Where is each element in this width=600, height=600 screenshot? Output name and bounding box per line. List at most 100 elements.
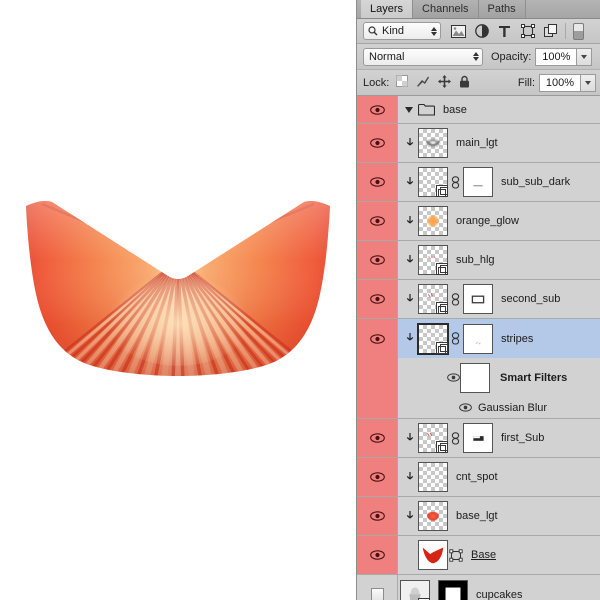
visibility-toggle[interactable] (357, 96, 398, 123)
layer-row-base_lgt[interactable]: base_lgt (357, 497, 600, 536)
layer-row-main_lgt[interactable]: main_lgt (357, 124, 600, 163)
clipping-mask-arrow-icon (402, 215, 418, 227)
eye-icon (446, 373, 460, 382)
tab-layers[interactable]: Layers (361, 0, 414, 18)
mask-link-icon[interactable] (449, 292, 462, 306)
layer-mask-thumbnail[interactable] (463, 284, 493, 314)
lock-label: Lock: (363, 76, 390, 89)
visibility-toggle[interactable] (357, 419, 398, 457)
layer-thumbnail[interactable] (418, 128, 448, 158)
mask-link-icon[interactable] (449, 175, 462, 189)
layer-row-first_Sub[interactable]: first_Sub (357, 419, 600, 458)
layer-thumbnail[interactable] (418, 284, 448, 314)
layer-list[interactable]: base main_lgt sub_sub_dark orange_glow s… (357, 96, 600, 600)
layer-name: stripes (501, 332, 534, 345)
layer-row-Base[interactable]: Base (357, 536, 600, 575)
layer-name: first_Sub (501, 432, 545, 444)
layer-row-cnt_spot[interactable]: cnt_spot (357, 458, 600, 497)
layer-thumbnail[interactable] (418, 462, 448, 492)
smart-object-badge-icon (436, 341, 448, 354)
layer-row-sub_hlg[interactable]: sub_hlg (357, 241, 600, 280)
lock-image-icon[interactable] (416, 75, 430, 90)
visibility-toggle[interactable] (357, 163, 398, 201)
visibility-toggle[interactable] (357, 536, 398, 574)
shape-filter-icon[interactable] (516, 21, 539, 41)
visibility-toggle[interactable] (357, 124, 398, 162)
adjustment-filter-icon[interactable] (470, 21, 493, 41)
thumb-art (426, 214, 440, 228)
tab-channels[interactable]: Channels (413, 0, 479, 18)
layer-name: base_lgt (456, 510, 498, 522)
mask-art (473, 436, 484, 441)
eye-icon (369, 255, 385, 265)
eye-icon (369, 216, 385, 226)
smart-filters-visibility-toggle[interactable] (446, 373, 460, 382)
fill-label: Fill: (517, 76, 535, 89)
eye-off-icon (370, 588, 384, 600)
eye-icon (369, 433, 385, 443)
cupcake-wrapper-artwork (8, 198, 348, 378)
layer-filter-row: Kind (357, 19, 600, 44)
visibility-toggle[interactable] (357, 497, 398, 535)
lock-all-icon[interactable] (459, 75, 470, 91)
blend-mode-select[interactable]: Normal (363, 47, 483, 66)
clipping-mask-arrow-icon (402, 333, 418, 344)
filter-enable-toggle[interactable] (573, 22, 584, 40)
filter-kind-stepper[interactable] (429, 26, 438, 36)
visibility-toggle[interactable] (357, 575, 398, 600)
fill-input[interactable]: 100% (539, 73, 581, 92)
filter-kind-select[interactable]: Kind (363, 22, 441, 40)
layer-mask-thumbnail[interactable] (463, 323, 493, 354)
smart-filters-label: Smart Filters (500, 371, 568, 384)
tab-paths[interactable]: Paths (478, 0, 526, 18)
opacity-input[interactable]: 100% (535, 47, 578, 66)
layer-name: sub_hlg (456, 254, 495, 266)
opacity-dropdown-arrow[interactable] (577, 47, 593, 66)
layer-thumbnail[interactable] (400, 579, 430, 600)
layer-thumbnail[interactable] (417, 322, 449, 355)
visibility-toggle[interactable] (357, 241, 398, 279)
eye-icon (369, 511, 385, 521)
smart-filter-gaussian-blur-row[interactable]: Gaussian Blur (357, 397, 600, 419)
layer-name: sub_sub_dark (501, 176, 571, 188)
smart-object-badge-icon (436, 302, 448, 314)
pixel-filter-icon[interactable] (447, 21, 470, 41)
visibility-toggle[interactable] (357, 202, 398, 240)
thumb-art (426, 511, 440, 522)
group-disclosure-triangle[interactable] (402, 106, 416, 113)
blend-mode-stepper[interactable] (471, 52, 480, 61)
layer-mask-thumbnail[interactable] (438, 579, 468, 600)
layer-mask-thumbnail[interactable] (463, 423, 493, 453)
layer-thumbnail[interactable] (418, 206, 448, 236)
visibility-toggle[interactable] (357, 458, 398, 496)
layer-mask-thumbnail[interactable] (463, 167, 493, 197)
layer-row-cupcakes[interactable]: cupcakes (357, 575, 600, 600)
mask-link-icon[interactable] (449, 431, 462, 445)
layer-thumbnail[interactable] (418, 501, 448, 531)
clipping-mask-arrow-icon (402, 471, 418, 483)
fill-dropdown-arrow[interactable] (581, 73, 596, 92)
layer-row-sub_sub_dark[interactable]: sub_sub_dark (357, 163, 600, 202)
layer-row-orange_glow[interactable]: orange_glow (357, 202, 600, 241)
visibility-toggle[interactable] (357, 319, 398, 358)
smart-filters-mask-thumbnail[interactable] (460, 362, 490, 393)
layer-row-second_sub[interactable]: second_sub (357, 280, 600, 319)
lock-transparency-icon[interactable] (396, 75, 409, 90)
smart-filters-row[interactable]: Smart Filters (357, 358, 600, 397)
eye-icon (369, 138, 385, 148)
layer-thumbnail[interactable] (418, 423, 448, 453)
document-canvas[interactable] (0, 0, 356, 600)
type-filter-icon[interactable] (493, 21, 516, 41)
layer-thumbnail[interactable] (418, 167, 448, 197)
layer-thumbnail[interactable] (418, 540, 448, 570)
gaussian-blur-visibility-toggle[interactable] (458, 403, 472, 412)
lock-position-icon[interactable] (438, 74, 452, 91)
smartobject-filter-icon[interactable] (539, 21, 562, 41)
layer-thumbnail[interactable] (418, 245, 448, 275)
mask-link-icon[interactable] (449, 332, 462, 345)
visibility-toggle[interactable] (357, 280, 398, 318)
layer-row-stripes[interactable]: stripes (357, 319, 600, 358)
smart-object-badge-icon (436, 185, 448, 197)
eye-icon (369, 472, 385, 482)
layer-row-base-group[interactable]: base (357, 96, 600, 124)
